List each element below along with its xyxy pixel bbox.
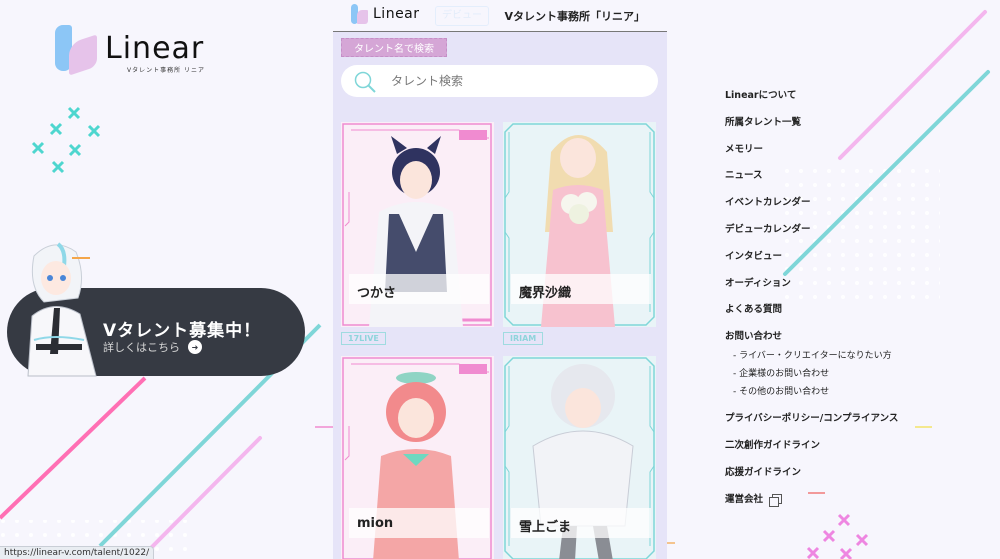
nav-support-guideline[interactable]: 応援ガイドライン [725,465,985,492]
nav-contact-corporate[interactable]: - 企業様のお問い合わせ [725,367,985,385]
recruit-link-label: 詳しくはこちら [103,341,180,354]
talent-card[interactable]: 雪上ごま [503,356,656,559]
talent-name: mion [357,516,394,531]
nav-event-calendar[interactable]: イベントカレンダー [725,195,985,222]
search-box[interactable] [341,65,658,97]
nav-audition[interactable]: オーディション [725,276,985,303]
nav-news[interactable]: ニュース [725,168,985,195]
recruit-character-illustration [27,242,97,377]
nav-contact[interactable]: お問い合わせ [725,329,985,349]
logo-subtitle: Vタレント事務所 リニア [127,67,206,74]
debut-ghost-button[interactable]: デビュー [435,6,489,26]
talent-card[interactable]: つかさ [341,122,494,327]
panel-header: Linear デビュー Vタレント事務所「リニア」 [333,0,667,32]
linear-logo[interactable]: Linear Vタレント事務所 リニア [55,25,215,76]
talent-panel: Linear デビュー Vタレント事務所「リニア」 タレント名で検索 つかさ [333,0,667,559]
talent-name: つかさ [357,286,397,301]
site-navigation: Linearについて 所属タレント一覧 メモリー ニュース イベントカレンダー … [725,88,985,518]
talent-name: 魔界沙織 [519,286,572,301]
talent-card[interactable]: 魔界沙織 [503,122,656,327]
deco-line-hotpink [0,376,147,520]
header-logo[interactable]: Linear [351,4,431,28]
nav-fanart-guideline[interactable]: 二次創作ガイドライン [725,438,985,465]
recruit-details-link[interactable]: 詳しくはこちら ➜ [103,339,202,355]
nav-about[interactable]: Linearについて [725,88,985,115]
recruit-title: Vタレント募集中！ [103,321,262,341]
talent-search-input[interactable] [391,65,646,97]
talent-name: 雪上ごま [519,520,572,535]
pink-cross-cluster [806,513,869,559]
external-link-icon [769,494,783,508]
search-section-label: タレント名で検索 [341,38,447,57]
nav-debut-calendar[interactable]: デビューカレンダー [725,222,985,249]
deco-line-lightpink [138,436,262,559]
status-bar-url: https://linear-v.com/talent/1022/ [0,546,155,559]
nav-interview[interactable]: インタビュー [725,249,985,276]
nav-company[interactable]: 運営会社 [725,492,985,519]
nav-contact-other[interactable]: - その他のお問い合わせ [725,385,985,411]
nav-contact-liver[interactable]: - ライバー・クリエイターになりたい方 [725,349,985,367]
search-icon [354,71,376,93]
platform-badge: IRIAM [503,332,544,345]
header-logo-wordmark: Linear [373,6,420,22]
nav-company-label: 運営会社 [725,493,764,505]
nav-privacy-policy[interactable]: プライバシーポリシー/コンプライアンス [725,411,985,438]
nav-faq[interactable]: よくある質問 [725,302,985,329]
platform-badge: 17LIVE [341,332,386,345]
arrow-right-icon: ➜ [188,340,202,354]
logo-mark-pink [357,10,368,24]
nav-memory[interactable]: メモリー [725,142,985,169]
agency-title: Vタレント事務所「リニア」 [504,10,645,23]
logo-mark-pink [69,34,97,76]
talent-card[interactable]: mion [341,356,494,559]
nav-talent-list[interactable]: 所属タレント一覧 [725,115,985,142]
logo-wordmark: Linear [105,31,205,66]
cyan-cross-cluster [31,106,101,174]
